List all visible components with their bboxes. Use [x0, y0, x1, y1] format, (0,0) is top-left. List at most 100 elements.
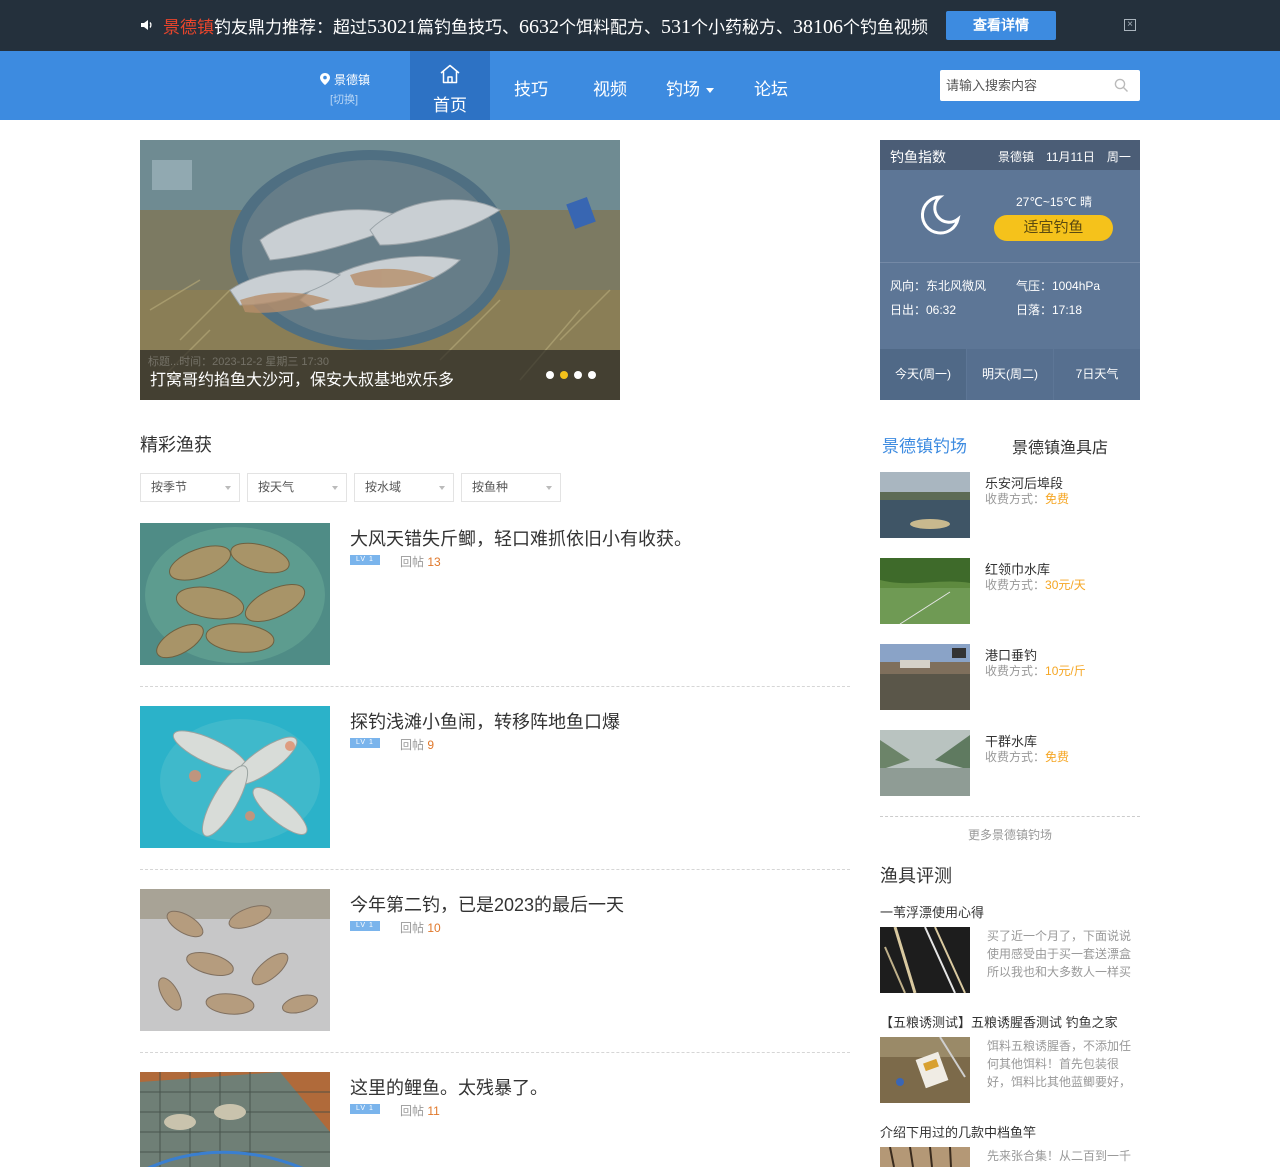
filter-species-select[interactable]: 按鱼种 [461, 473, 561, 502]
post-item[interactable]: 探钓浅滩小鱼闹，转移阵地鱼口爆 LV 1 回帖 9 [140, 706, 850, 848]
spot-fee-value: 30元/天 [1045, 578, 1086, 592]
review-thumbnail[interactable] [880, 1037, 970, 1103]
post-item[interactable]: 这里的鲤鱼。太残暴了。 LV 1 回帖 11 [140, 1072, 850, 1167]
post-reply-count: 回帖 10 [400, 919, 441, 936]
nav-item-home[interactable]: 首页 [410, 51, 490, 120]
fishing-suitability-badge: 适宜钓鱼 [994, 215, 1113, 241]
filter-weather-label: 按天气 [258, 480, 295, 494]
post-reply-count: 回帖 13 [400, 553, 441, 570]
promo-count-recipes: 531 [661, 16, 691, 38]
spot-thumbnail[interactable] [880, 644, 970, 710]
nav-item-forum[interactable]: 论坛 [754, 75, 788, 100]
post-thumbnail[interactable] [140, 1072, 330, 1167]
spot-fee-value: 免费 [1045, 750, 1070, 764]
fishing-spot-item[interactable]: 红领巾水库 收费方式：30元/天 [880, 558, 1140, 624]
promo-count-videos: 38106 [793, 16, 843, 38]
fishing-index-widget: 钓鱼指数 景德镇 11月11日 周一 27℃~15℃ 晴 适宜钓鱼 风向：东北风… [880, 140, 1140, 400]
carousel-dot[interactable] [588, 371, 596, 379]
post-item[interactable]: 大风天错失斤鲫，轻口难抓依旧小有收获。 LV 1 回帖 13 [140, 523, 850, 665]
nav-item-videos[interactable]: 视频 [593, 75, 627, 100]
review-title[interactable]: 一苇浮漂使用心得 [880, 902, 984, 921]
post-divider [140, 686, 850, 687]
post-thumbnail[interactable] [140, 889, 330, 1031]
carousel-title[interactable]: 打窝哥约掐鱼大沙河，保安大叔基地欢乐多 [150, 366, 454, 390]
promo-bar: 景德镇钓友鼎力推荐：超过53021篇钓鱼技巧、6632个饵料配方、531个小药秘… [0, 0, 1280, 51]
chevron-down-icon [546, 486, 552, 490]
user-level-badge: LV 1 [350, 555, 380, 565]
spot-fee-value: 10元/斤 [1045, 664, 1086, 678]
spot-fee: 收费方式：30元/天 [985, 576, 1086, 593]
reviews-section-title: 渔具评测 [880, 866, 952, 886]
promo-text-e: 个钓鱼视频 [843, 18, 928, 37]
weather-sunset: 日落：17:18 [1016, 303, 1083, 317]
tab-tackle-shops[interactable]: 景德镇渔具店 [1012, 434, 1108, 458]
spot-thumbnail[interactable] [880, 730, 970, 796]
promo-text-d: 个小药秘方、 [691, 18, 793, 37]
post-title[interactable]: 今年第二钓，已是2023的最后一天 [350, 891, 624, 917]
post-reply-count: 回帖 11 [400, 1102, 440, 1119]
more-spots-link[interactable]: 更多景德镇钓场 [880, 826, 1140, 843]
spots-divider [880, 816, 1140, 817]
review-excerpt: 买了近一个月了，下面说说使用感受由于买一套送漂盒所以我也和大多数人一样买 [987, 929, 1132, 979]
weather-tab-tomorrow[interactable]: 明天(周二) [967, 349, 1053, 400]
weather-wind: 风向：东北风微风 [890, 279, 987, 293]
weather-tab-today[interactable]: 今天(周一) [880, 349, 966, 400]
fishing-spot-item[interactable]: 乐安河后埠段 收费方式：免费 [880, 472, 1140, 538]
reply-count: 9 [427, 738, 435, 752]
spot-thumbnail[interactable] [880, 472, 970, 538]
home-icon [440, 64, 460, 84]
spot-fee-label: 收费方式： [985, 578, 1046, 592]
close-icon[interactable]: × [1124, 19, 1136, 31]
post-divider [140, 1052, 850, 1053]
search-input[interactable] [940, 70, 1110, 101]
review-thumbnail[interactable] [880, 1147, 970, 1167]
chevron-down-icon [439, 486, 445, 490]
post-thumbnail[interactable] [140, 706, 330, 848]
reply-label: 回帖 [400, 738, 425, 752]
weather-tabs: 今天(周一) 明天(周二) 7日天气 [880, 349, 1140, 400]
filter-water-select[interactable]: 按水域 [354, 473, 454, 502]
carousel-dot[interactable] [546, 371, 554, 379]
tab-local-spots[interactable]: 景德镇钓场 [882, 432, 967, 457]
post-title[interactable]: 这里的鲤鱼。太残暴了。 [350, 1074, 548, 1100]
nav-item-tips[interactable]: 技巧 [514, 75, 548, 100]
promo-text: 景德镇钓友鼎力推荐：超过53021篇钓鱼技巧、6632个饵料配方、531个小药秘… [163, 13, 928, 39]
view-details-button[interactable]: 查看详情 [946, 11, 1056, 40]
review-thumbnail[interactable] [880, 927, 970, 993]
promo-city[interactable]: 景德镇 [163, 18, 214, 37]
promo-count-bait: 6632 [519, 16, 559, 38]
nav-home-label: 首页 [433, 96, 467, 115]
weather-title: 钓鱼指数 [890, 149, 946, 165]
search-icon[interactable] [1114, 78, 1129, 93]
fishing-spot-item[interactable]: 干群水库 收费方式：免费 [880, 730, 1140, 796]
reply-label: 回帖 [400, 1104, 425, 1118]
spot-fee-label: 收费方式： [985, 750, 1046, 764]
filter-season-select[interactable]: 按季节 [140, 473, 240, 502]
spot-thumbnail[interactable] [880, 558, 970, 624]
post-title[interactable]: 大风天错失斤鲫，轻口难抓依旧小有收获。 [350, 525, 692, 551]
nav-item-spots[interactable]: 钓场 [666, 75, 714, 100]
user-level-badge: LV 1 [350, 921, 380, 931]
review-title[interactable]: 介绍下用过的几款中档鱼竿 [880, 1122, 1036, 1141]
location-switch-link[interactable]: [切换] [330, 91, 358, 107]
post-thumbnail[interactable] [140, 523, 330, 665]
review-excerpt: 先来张合集！从二百到一千 [987, 1149, 1132, 1163]
post-title[interactable]: 探钓浅滩小鱼闹，转移阵地鱼口爆 [350, 708, 620, 734]
promo-text-b: 篇钓鱼技巧、 [417, 18, 519, 37]
weather-sunrise: 日出：06:32 [890, 303, 957, 317]
featured-carousel[interactable]: 标题...时间：2023-12-2 星期三 17:30 打窝哥约掐鱼大沙河，保安… [140, 140, 620, 400]
weather-divider [880, 262, 1140, 263]
reply-label: 回帖 [400, 555, 425, 569]
post-item[interactable]: 今年第二钓，已是2023的最后一天 LV 1 回帖 10 [140, 889, 850, 1031]
filter-weather-select[interactable]: 按天气 [247, 473, 347, 502]
review-title[interactable]: 【五粮诱测试】五粮诱腥香测试 钓鱼之家 [880, 1012, 1118, 1031]
filter-species-label: 按鱼种 [472, 480, 509, 494]
weather-tab-7day[interactable]: 7日天气 [1054, 349, 1140, 400]
weather-pressure: 气压：1004hPa [1016, 279, 1101, 293]
fishing-spot-item[interactable]: 港口垂钓 收费方式：10元/斤 [880, 644, 1140, 710]
carousel-dot-active[interactable] [560, 371, 568, 379]
spot-fee: 收费方式：10元/斤 [985, 662, 1086, 679]
carousel-dot[interactable] [574, 371, 582, 379]
chevron-down-icon [332, 486, 338, 490]
filter-season-label: 按季节 [151, 480, 188, 494]
